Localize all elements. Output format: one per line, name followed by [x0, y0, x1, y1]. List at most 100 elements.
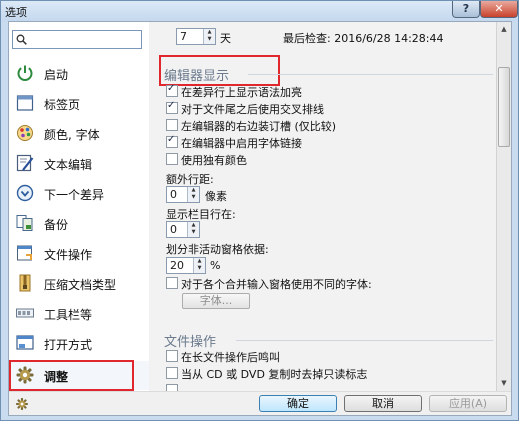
split-pane-value: 20	[170, 259, 184, 272]
sidebar-item-label: 打开方式	[44, 338, 93, 352]
ok-button[interactable]: 确定	[259, 395, 337, 412]
settings-gear-icon[interactable]	[15, 397, 29, 411]
spin-down-icon[interactable]: ▼	[188, 229, 199, 236]
sidebar-item-next-diff[interactable]: 下一个差异	[9, 179, 149, 208]
section-divider	[236, 340, 493, 341]
checkbox-box[interactable]	[166, 277, 178, 289]
merge-font-checkbox[interactable]: 对于各个合并输入窗格使用不同的字体:	[166, 276, 486, 291]
checkbox-box[interactable]	[166, 83, 178, 97]
checkbox-box[interactable]	[166, 119, 178, 131]
sidebar-item-label: 调整	[44, 370, 69, 384]
help-button[interactable]: ?	[452, 1, 480, 18]
checkbox-label: 左编辑器的右边装订槽 (仅比较)	[181, 120, 337, 133]
syntax-highlight-checkbox[interactable]: 在差异行上显示语法加亮	[166, 83, 466, 99]
partial-checkbox[interactable]	[166, 383, 466, 391]
next-diff-icon	[16, 184, 34, 202]
checkbox-label: 当从 CD 或 DVD 复制时去掉只读标志	[181, 368, 368, 381]
file-operation-icon	[17, 245, 32, 261]
sidebar: 启动 标签页 颜色, 字体 文本编辑 下一个差异 备份 文件操作 压缩文档类型 …	[9, 22, 149, 391]
sidebar-item-backup[interactable]: 备份	[9, 209, 149, 238]
checkbox-label: 在差异行上显示语法加亮	[181, 86, 302, 99]
checkbox-box[interactable]	[166, 134, 178, 148]
split-pane-label: 划分非活动窗格依据:	[166, 243, 269, 256]
beep-checkbox[interactable]: 在长文件操作后鸣叫	[166, 349, 466, 364]
scroll-up-icon[interactable]: ▲	[498, 23, 510, 35]
apply-button[interactable]: 应用(A)	[429, 395, 507, 412]
line-spacing-value: 0	[170, 188, 177, 201]
checkbox-label: 在长文件操作后鸣叫	[181, 351, 280, 364]
window-title: 选项	[5, 6, 27, 19]
open-with-icon	[16, 335, 34, 350]
sidebar-item-tabs[interactable]: 标签页	[9, 89, 149, 118]
spin-up-icon[interactable]: ▲	[194, 258, 205, 265]
gear-icon	[16, 366, 34, 384]
checkbox-box[interactable]	[166, 350, 178, 362]
sidebar-item-label: 压缩文档类型	[44, 278, 117, 292]
split-pane-stepper[interactable]: 20 ▲ ▼	[166, 257, 206, 274]
sidebar-item-text-edit[interactable]: 文本编辑	[9, 149, 149, 178]
show-columns-stepper[interactable]: 0 ▲ ▼	[166, 221, 200, 238]
section-divider	[248, 74, 493, 75]
update-days-value: 7	[180, 30, 187, 43]
file-operations-title: 文件操作	[164, 335, 217, 350]
sidebar-item-label: 标签页	[44, 98, 81, 112]
vertical-scrollbar[interactable]: ▲ ▼	[496, 22, 511, 391]
sidebar-item-archive-types[interactable]: 压缩文档类型	[9, 269, 149, 298]
split-pane-unit: %	[210, 259, 221, 272]
show-columns-label: 显示栏目行在:	[166, 208, 236, 221]
checkbox-box[interactable]	[166, 153, 178, 165]
sidebar-item-label: 文本编辑	[44, 158, 93, 172]
sidebar-item-startup[interactable]: 启动	[9, 59, 149, 88]
checkbox-box[interactable]	[166, 384, 178, 391]
search-input[interactable]	[29, 32, 137, 46]
readonly-flag-checkbox[interactable]: 当从 CD 或 DVD 复制时去掉只读标志	[166, 366, 486, 381]
scroll-down-icon[interactable]: ▼	[498, 377, 510, 389]
line-spacing-label: 额外行距:	[166, 173, 214, 186]
scrollbar-thumb[interactable]	[498, 67, 510, 147]
gutter-checkbox[interactable]: 左编辑器的右边装订槽 (仅比较)	[166, 118, 466, 133]
dialog-button-bar: 确定 取消 应用(A)	[9, 391, 511, 415]
toolbar-icon	[16, 308, 34, 318]
last-check-text: 最后检查: 2016/6/28 14:28:44	[283, 32, 444, 45]
title-bar: 选项 ? ✕	[1, 1, 518, 21]
tab-page-icon	[16, 95, 34, 111]
sidebar-item-file-operations[interactable]: 文件操作	[9, 239, 149, 268]
close-button[interactable]: ✕	[480, 1, 518, 18]
editor-display-title: 编辑器显示	[164, 69, 230, 84]
search-box[interactable]	[12, 30, 142, 49]
sidebar-item-open-with[interactable]: 打开方式	[9, 329, 149, 358]
sidebar-item-colors-fonts[interactable]: 颜色, 字体	[9, 119, 149, 148]
dialog-client: 启动 标签页 颜色, 字体 文本编辑 下一个差异 备份 文件操作 压缩文档类型 …	[8, 21, 512, 416]
spin-down-icon[interactable]: ▼	[204, 36, 215, 43]
sidebar-item-label: 文件操作	[44, 248, 93, 262]
update-days-stepper[interactable]: 7 ▲ ▼	[176, 28, 216, 45]
checkbox-box[interactable]	[166, 367, 178, 379]
show-columns-value: 0	[170, 223, 177, 236]
hatching-checkbox[interactable]: 对于文件尾之后使用交叉排线	[166, 100, 466, 116]
spin-up-icon[interactable]: ▲	[188, 187, 199, 194]
options-window: 选项 ? ✕ 启动 标签页 颜色, 字体 文本编辑 下一个差异 备份 文件操作 …	[0, 0, 519, 421]
power-icon	[17, 65, 33, 81]
sidebar-item-label: 启动	[44, 68, 69, 82]
checkbox-label: 对于各个合并输入窗格使用不同的字体:	[181, 278, 372, 291]
font-button[interactable]: 字体...	[182, 293, 250, 309]
sidebar-item-label: 工具栏等	[44, 308, 93, 322]
sidebar-item-tweaks[interactable]: 调整	[9, 361, 149, 390]
sidebar-item-label: 备份	[44, 218, 69, 232]
sidebar-item-toolbar[interactable]: 工具栏等	[9, 299, 149, 328]
spin-up-icon[interactable]: ▲	[188, 222, 199, 229]
checkbox-label: 在编辑器中启用字体链接	[181, 137, 302, 150]
checkbox-label: 对于文件尾之后使用交叉排线	[181, 103, 324, 116]
checkbox-label: 使用独有颜色	[181, 154, 247, 167]
unique-colors-checkbox[interactable]: 使用独有颜色	[166, 152, 466, 167]
font-linking-checkbox[interactable]: 在编辑器中启用字体链接	[166, 134, 466, 150]
spin-down-icon[interactable]: ▼	[188, 194, 199, 201]
spin-down-icon[interactable]: ▼	[194, 265, 205, 272]
update-days-unit: 天	[220, 32, 231, 45]
backup-icon	[16, 215, 33, 231]
settings-panel: 7 ▲▼ 天 最后检查: 2016/6/28 14:28:44 编辑器显示 在差…	[150, 22, 496, 391]
checkbox-box[interactable]	[166, 100, 178, 114]
line-spacing-stepper[interactable]: 0 ▲ ▼	[166, 186, 200, 203]
spin-up-icon[interactable]: ▲	[204, 29, 215, 36]
cancel-button[interactable]: 取消	[344, 395, 422, 412]
